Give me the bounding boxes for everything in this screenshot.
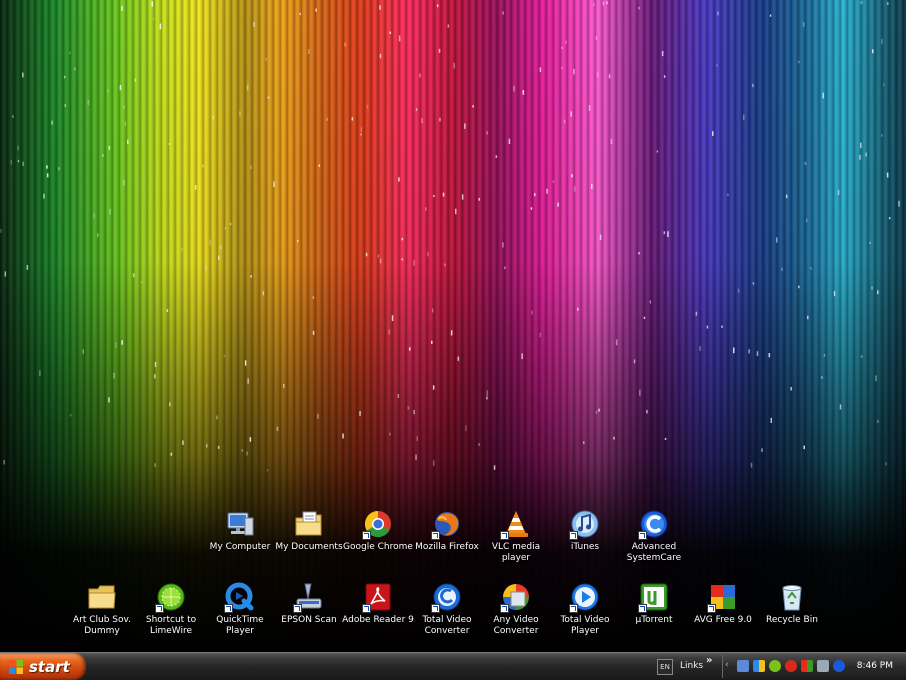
computer-icon <box>224 508 256 540</box>
desktop-icon-utorrent[interactable]: µTorrent <box>616 581 692 626</box>
shortcut-arrow-icon <box>569 604 578 613</box>
icon-label: Any Video Converter <box>493 615 539 636</box>
desktop-icon-quicktime[interactable]: QuickTime Player <box>202 581 278 637</box>
folder-documents-icon <box>293 508 325 540</box>
avg-icon <box>707 581 739 613</box>
limewire-icon <box>155 581 187 613</box>
icon-label: Mozilla Firefox <box>415 542 479 552</box>
desktop-icon-epson-scan[interactable]: EPSON Scan <box>271 581 347 626</box>
icon-label: Advanced SystemCare <box>626 542 682 563</box>
icon-label: VLC media player <box>491 542 541 563</box>
icon-label: Google Chrome <box>343 542 413 552</box>
icon-label: My Documents <box>275 542 343 552</box>
chrome-icon <box>362 508 394 540</box>
shortcut-arrow-icon <box>431 604 440 613</box>
shortcut-arrow-icon <box>500 531 509 540</box>
desktop-icon-avg[interactable]: AVG Free 9.0 <box>685 581 761 626</box>
security-center-icon[interactable] <box>785 660 797 672</box>
desktop-icon-total-video-converter[interactable]: Total Video Converter <box>409 581 485 637</box>
shortcut-arrow-icon <box>362 531 371 540</box>
adobe-reader-icon <box>362 581 394 613</box>
desktop-icon-mozilla-firefox[interactable]: Mozilla Firefox <box>409 508 485 553</box>
tray-expand-icon[interactable]: ‹ <box>725 660 735 672</box>
desktop-icon-limewire[interactable]: Shortcut to LimeWire <box>133 581 209 637</box>
desktop-icon-vlc[interactable]: VLC media player <box>478 508 554 564</box>
shortcut-arrow-icon <box>500 604 509 613</box>
desktop-icon-adobe-reader[interactable]: Adobe Reader 9 <box>340 581 416 626</box>
icon-label: Art Club Sov. Dummy <box>72 615 132 636</box>
video-converter-icon <box>431 581 463 613</box>
shortcut-arrow-icon <box>431 531 440 540</box>
vlc-icon <box>500 508 532 540</box>
desktop-icon-advanced-systemcare[interactable]: Advanced SystemCare <box>616 508 692 564</box>
shortcut-arrow-icon <box>293 604 302 613</box>
icon-label: µTorrent <box>635 615 673 625</box>
windows-logo-icon <box>9 659 23 674</box>
desktop-icon-my-computer[interactable]: My Computer <box>202 508 278 553</box>
firefox-icon <box>431 508 463 540</box>
folder-icon <box>86 581 118 613</box>
system-tray: ‹ 8:46 PM <box>722 655 906 678</box>
any-video-converter-icon <box>500 581 532 613</box>
shortcut-arrow-icon <box>638 604 647 613</box>
icon-label: Recycle Bin <box>766 615 818 625</box>
video-player-icon <box>569 581 601 613</box>
shortcut-arrow-icon <box>155 604 164 613</box>
start-label: start <box>29 657 70 676</box>
icon-label: Total Video Converter <box>422 615 472 636</box>
icon-label: iTunes <box>570 542 600 552</box>
desktop-icon-any-video-converter[interactable]: Any Video Converter <box>478 581 554 637</box>
icon-label: My Computer <box>209 542 271 552</box>
desktop-icon-recycle-bin[interactable]: Recycle Bin <box>754 581 830 626</box>
network-icon[interactable] <box>737 660 749 672</box>
itunes-icon <box>569 508 601 540</box>
icon-label: QuickTime Player <box>216 615 264 636</box>
icon-label: Adobe Reader 9 <box>342 615 414 625</box>
shortcut-arrow-icon <box>707 604 716 613</box>
shortcut-arrow-icon <box>362 604 371 613</box>
start-button[interactable]: start <box>0 653 86 680</box>
desktop[interactable] <box>0 0 906 652</box>
systemcare-tray-icon[interactable] <box>833 660 845 672</box>
desktop-icon-itunes[interactable]: iTunes <box>547 508 623 553</box>
messenger-icon[interactable] <box>769 660 781 672</box>
utorrent-icon <box>638 581 670 613</box>
wallpaper-sparkles <box>0 0 900 472</box>
desktop-icon-total-video-player[interactable]: Total Video Player <box>547 581 623 637</box>
language-indicator[interactable]: EN <box>657 659 673 675</box>
shortcut-arrow-icon <box>224 604 233 613</box>
shortcut-arrow-icon <box>569 531 578 540</box>
shortcut-arrow-icon <box>638 531 647 540</box>
icon-label: Total Video Player <box>560 615 610 636</box>
icon-label: EPSON Scan <box>281 615 337 625</box>
desktop-icon-art-club-folder[interactable]: Art Club Sov. Dummy <box>64 581 140 637</box>
icon-label: AVG Free 9.0 <box>694 615 752 625</box>
systemcare-icon <box>638 508 670 540</box>
taskbar[interactable]: start EN Links » ‹ 8:46 PM <box>0 652 906 680</box>
audio-icon[interactable] <box>801 660 813 672</box>
desktop-icon-my-documents[interactable]: My Documents <box>271 508 347 553</box>
scanner-icon <box>293 581 325 613</box>
quicktime-icon <box>224 581 256 613</box>
tools-icon[interactable] <box>817 660 829 672</box>
windows-update-icon[interactable] <box>753 660 765 672</box>
links-toolbar-label[interactable]: Links <box>680 659 703 673</box>
desktop-icon-google-chrome[interactable]: Google Chrome <box>340 508 416 553</box>
links-chevron-icon[interactable]: » <box>706 655 712 666</box>
clock[interactable]: 8:46 PM <box>857 660 893 673</box>
recycle-bin-icon <box>776 581 808 613</box>
icon-label: Shortcut to LimeWire <box>145 615 197 636</box>
